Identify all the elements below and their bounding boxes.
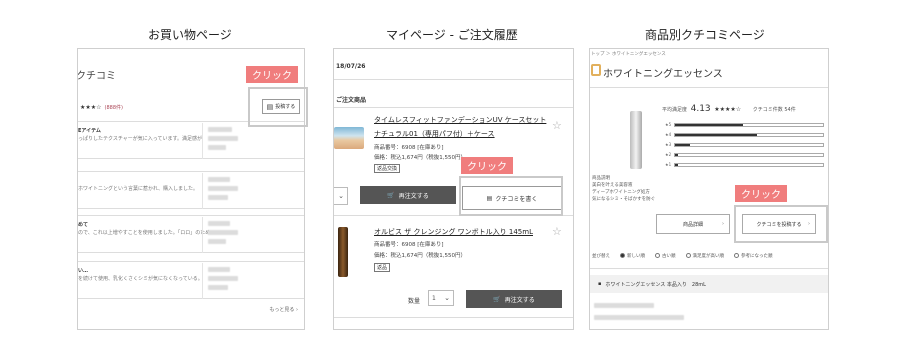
rating-bar-fill <box>675 143 690 146</box>
order-item-name[interactable]: オルビス ザ クレンジング ワンボトル入り 145mL <box>374 227 533 237</box>
product-description-line: 美白を叶える美容液 <box>592 183 633 188</box>
review-body: っぱりしたテクスチャーが気に入っています。満足感が <box>78 136 203 142</box>
reorder-button-label: 再注文する <box>398 192 429 200</box>
rating-bar <box>674 142 825 147</box>
review-body: ので、これ以上増やすことを使用しました。「ロロ」のため <box>78 230 211 236</box>
review-body: を続けて使用、乳化くさくシミが気になくなっている。 <box>78 276 203 282</box>
product-review-panel: トップ ＞ ホワイトニングエッセンス ホワイトニングエッセンス 平均満足度 4.… <box>589 48 829 330</box>
product-image <box>630 111 642 169</box>
review-count-link[interactable]: (888件) <box>105 105 123 111</box>
rating-bar-fill <box>675 163 679 166</box>
average-rating: ★★★☆ (888件) <box>80 104 123 111</box>
score-stars: ★★★★☆ <box>714 106 742 113</box>
review-product-variant: ▪ ホワイトニングエッセンス 本品入り 28mL <box>590 275 828 293</box>
click-callout: クリック <box>461 157 513 174</box>
rating-bar-label: ★3 <box>665 142 672 147</box>
review-title: い… <box>78 268 89 274</box>
sort-option-helpful[interactable]: 参考になった順 <box>734 253 773 259</box>
product-description-line: 商品説明 <box>592 176 610 181</box>
rating-stars: ★★★☆ <box>80 104 102 111</box>
favorite-star-icon[interactable]: ☆ <box>552 225 562 238</box>
reorder-button[interactable]: 🛒 再注文する <box>360 186 456 204</box>
review-item: い… を続けて使用、乳化くさくシミが気になくなっている。 <box>78 261 304 299</box>
order-item-code: 商品番号：6908 [在庫あり] <box>374 145 444 151</box>
rating-bar-row: ★1 <box>665 161 825 168</box>
rating-bar-fill <box>675 133 757 136</box>
cleansing-bottle-thumbnail <box>338 227 348 277</box>
product-title: ホワイトニングエッセンス <box>603 69 723 80</box>
rating-bar <box>674 132 825 137</box>
click-highlight-box <box>248 87 308 127</box>
breadcrumb[interactable]: トップ ＞ ホワイトニングエッセンス <box>591 51 666 57</box>
sort-filters: 並び替え 新しい順 古い順 満足度が高い順 参考になった順 <box>592 253 773 259</box>
review-section-title: クチコミ <box>77 71 116 82</box>
order-item-name[interactable]: タイムレスフィットファンデーションUV ケースセット <box>374 115 546 125</box>
quantity-label: 数量 <box>408 298 421 305</box>
review-body: ホワイトニングという言葉に惹かれ、購入しました。 <box>78 186 199 192</box>
order-item-badge: 返品交換 <box>374 164 401 173</box>
review-title: Eアイテム <box>78 128 101 134</box>
sort-option-newest[interactable]: 新しい順 <box>620 253 645 259</box>
score-label: 平均満足度 <box>662 107 688 113</box>
product-logo-icon <box>591 64 601 76</box>
review-item: めて ので、これ以上増やすことを使用しました。「ロロ」のため <box>78 215 304 253</box>
sort-option-highest[interactable]: 満足度が高い順 <box>685 253 724 259</box>
sort-label: 並び替え <box>592 254 610 259</box>
rating-bar-row: ★4 <box>665 131 825 138</box>
product-detail-button-label: 商品詳細 <box>682 221 703 228</box>
rating-bar-label: ★2 <box>665 152 672 157</box>
rating-bar-row: ★5 <box>665 121 825 128</box>
rating-bar-fill <box>675 153 679 156</box>
quantity-value: 1 <box>432 294 436 302</box>
product-review-page-heading: 商品別クチコミページ <box>645 28 765 42</box>
mypage-order-history-heading: マイページ - ご注文履歴 <box>386 28 518 42</box>
order-item-code: 商品番号：6908 [在庫あり] <box>374 242 444 248</box>
rating-bar-fill <box>675 123 744 126</box>
order-item-price: 価格：税込1,674円（税抜1,550円） <box>374 155 466 161</box>
rating-bar <box>674 122 825 127</box>
score-value: 4.13 <box>690 104 711 114</box>
sort-option-oldest[interactable]: 古い順 <box>655 253 676 259</box>
quantity-select[interactable]: ⌄ <box>334 187 348 205</box>
quantity-select[interactable]: 1 ⌄ <box>428 290 454 306</box>
rating-bar-label: ★5 <box>665 122 672 127</box>
click-highlight-box <box>459 176 563 216</box>
click-callout: クリック <box>246 66 298 83</box>
favorite-star-icon[interactable]: ☆ <box>552 119 562 132</box>
shopping-page-heading: お買い物ページ <box>148 28 232 42</box>
chevron-right-icon: › <box>722 221 724 227</box>
click-highlight-box <box>734 205 828 243</box>
order-date: 18/07/26 <box>336 63 366 70</box>
cart-icon: 🛒 <box>493 295 501 303</box>
order-item-price: 価格：税込1,674円（税抜1,550円） <box>374 253 466 259</box>
reorder-button-label: 再注文する <box>504 296 535 304</box>
rating-bar-row: ★2 <box>665 151 825 158</box>
rating-bar-row: ★3 <box>665 141 825 148</box>
click-callout: クリック <box>735 185 787 202</box>
foundation-thumbnail <box>334 127 364 149</box>
chevron-down-icon: ⌄ <box>444 294 450 302</box>
average-satisfaction: 平均満足度 4.13 ★★★★☆ クチコミ件数 54件 <box>662 104 796 114</box>
product-description-line: 気になるシミ・そばかすを防ぐ <box>592 197 656 202</box>
score-count: クチコミ件数 54件 <box>752 107 796 113</box>
ordered-items-heading: ご注文商品 <box>336 97 367 104</box>
order-item-badge: 返品 <box>374 263 391 272</box>
rating-bar-label: ★1 <box>665 162 672 167</box>
reorder-button[interactable]: 🛒 再注文する <box>466 290 562 308</box>
bullet-icon: ▪ <box>598 281 602 287</box>
product-detail-button[interactable]: 商品詳細 › <box>656 214 730 234</box>
rating-bar <box>674 152 825 157</box>
more-reviews-link[interactable]: もっと見る › <box>269 306 298 313</box>
order-item-name-line2[interactable]: ナチュラル01（専用パフ付）＋ケース <box>374 129 495 139</box>
rating-bar-label: ★4 <box>665 132 672 137</box>
variant-label: ホワイトニングエッセンス 本品入り 28mL <box>605 281 706 288</box>
product-description-line: ディープホワイトニング処方 <box>592 190 650 195</box>
cart-icon: 🛒 <box>387 191 395 199</box>
review-title: めて <box>78 222 89 228</box>
review-item: ホワイトニングという言葉に惹かれ、購入しました。 <box>78 171 304 209</box>
chevron-down-icon: ⌄ <box>338 192 344 200</box>
rating-bar <box>674 162 825 167</box>
